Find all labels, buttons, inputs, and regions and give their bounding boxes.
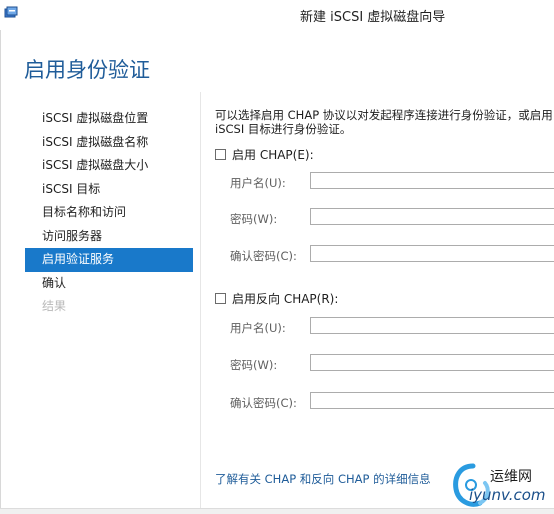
reverse-chap-username-input[interactable] (310, 317, 554, 334)
nav-item-disk-name[interactable]: iSCSI 虚拟磁盘名称 (25, 131, 193, 155)
enable-chap-label[interactable]: 启用 CHAP(E): (232, 146, 314, 163)
chap-password-input[interactable] (310, 208, 554, 225)
wizard-disk-icon (4, 6, 18, 18)
chap-username-label: 用户名(U): (230, 176, 286, 190)
chap-info-link[interactable]: 了解有关 CHAP 和反向 CHAP 的详细信息 (215, 471, 431, 487)
nav-divider (200, 92, 201, 513)
nav-item-target-name-access[interactable]: 目标名称和访问 (25, 201, 193, 225)
watermark-en-text: iyunv.com (469, 486, 546, 504)
reverse-chap-password-label: 密码(W): (230, 358, 278, 372)
bottom-bar (0, 508, 554, 514)
nav-item-iscsi-target[interactable]: iSCSI 目标 (25, 178, 193, 202)
enable-reverse-chap-label[interactable]: 启用反向 CHAP(R): (232, 290, 338, 307)
intro-line-1: 可以选择启用 CHAP 协议以对发起程序连接进行身份验证，或启用 (215, 108, 553, 122)
reverse-chap-username-label: 用户名(U): (230, 321, 286, 335)
enable-reverse-chap-checkbox[interactable] (215, 293, 226, 304)
reverse-chap-confirm-password-input[interactable] (310, 392, 554, 409)
intro-line-2: iSCSI 目标进行身份验证。 (215, 122, 352, 136)
reverse-chap-password-input[interactable] (310, 354, 554, 371)
enable-chap-row[interactable]: 启用 CHAP(E): (215, 146, 314, 163)
title-bar: 新建 iSCSI 虚拟磁盘向导 (0, 0, 554, 30)
wizard-nav: iSCSI 虚拟磁盘位置 iSCSI 虚拟磁盘名称 iSCSI 虚拟磁盘大小 i… (25, 107, 193, 319)
nav-item-results: 结果 (42, 299, 67, 313)
intro-text: 可以选择启用 CHAP 协议以对发起程序连接进行身份验证，或启用 iSCSI 目… (215, 108, 554, 136)
nav-item-access-servers[interactable]: 访问服务器 (25, 225, 193, 249)
chap-confirm-password-input[interactable] (310, 245, 554, 262)
nav-item-disk-size[interactable]: iSCSI 虚拟磁盘大小 (25, 154, 193, 178)
enable-chap-checkbox[interactable] (215, 149, 226, 160)
nav-item-enable-auth[interactable]: 启用验证服务 (25, 248, 193, 272)
window-title: 新建 iSCSI 虚拟磁盘向导 (300, 10, 446, 25)
page-title: 启用身份验证 (24, 58, 150, 82)
watermark: 运维网 iyunv.com (452, 462, 554, 510)
nav-item-disk-location[interactable]: iSCSI 虚拟磁盘位置 (25, 107, 193, 131)
chap-confirm-password-label: 确认密码(C): (230, 249, 297, 263)
reverse-chap-confirm-password-label: 确认密码(C): (230, 396, 297, 410)
chap-username-input[interactable] (310, 172, 554, 189)
nav-item-confirmation[interactable]: 确认 (25, 272, 193, 296)
chap-password-label: 密码(W): (230, 212, 278, 226)
enable-reverse-chap-row[interactable]: 启用反向 CHAP(R): (215, 290, 338, 307)
watermark-cn-text: 运维网 (490, 469, 532, 485)
